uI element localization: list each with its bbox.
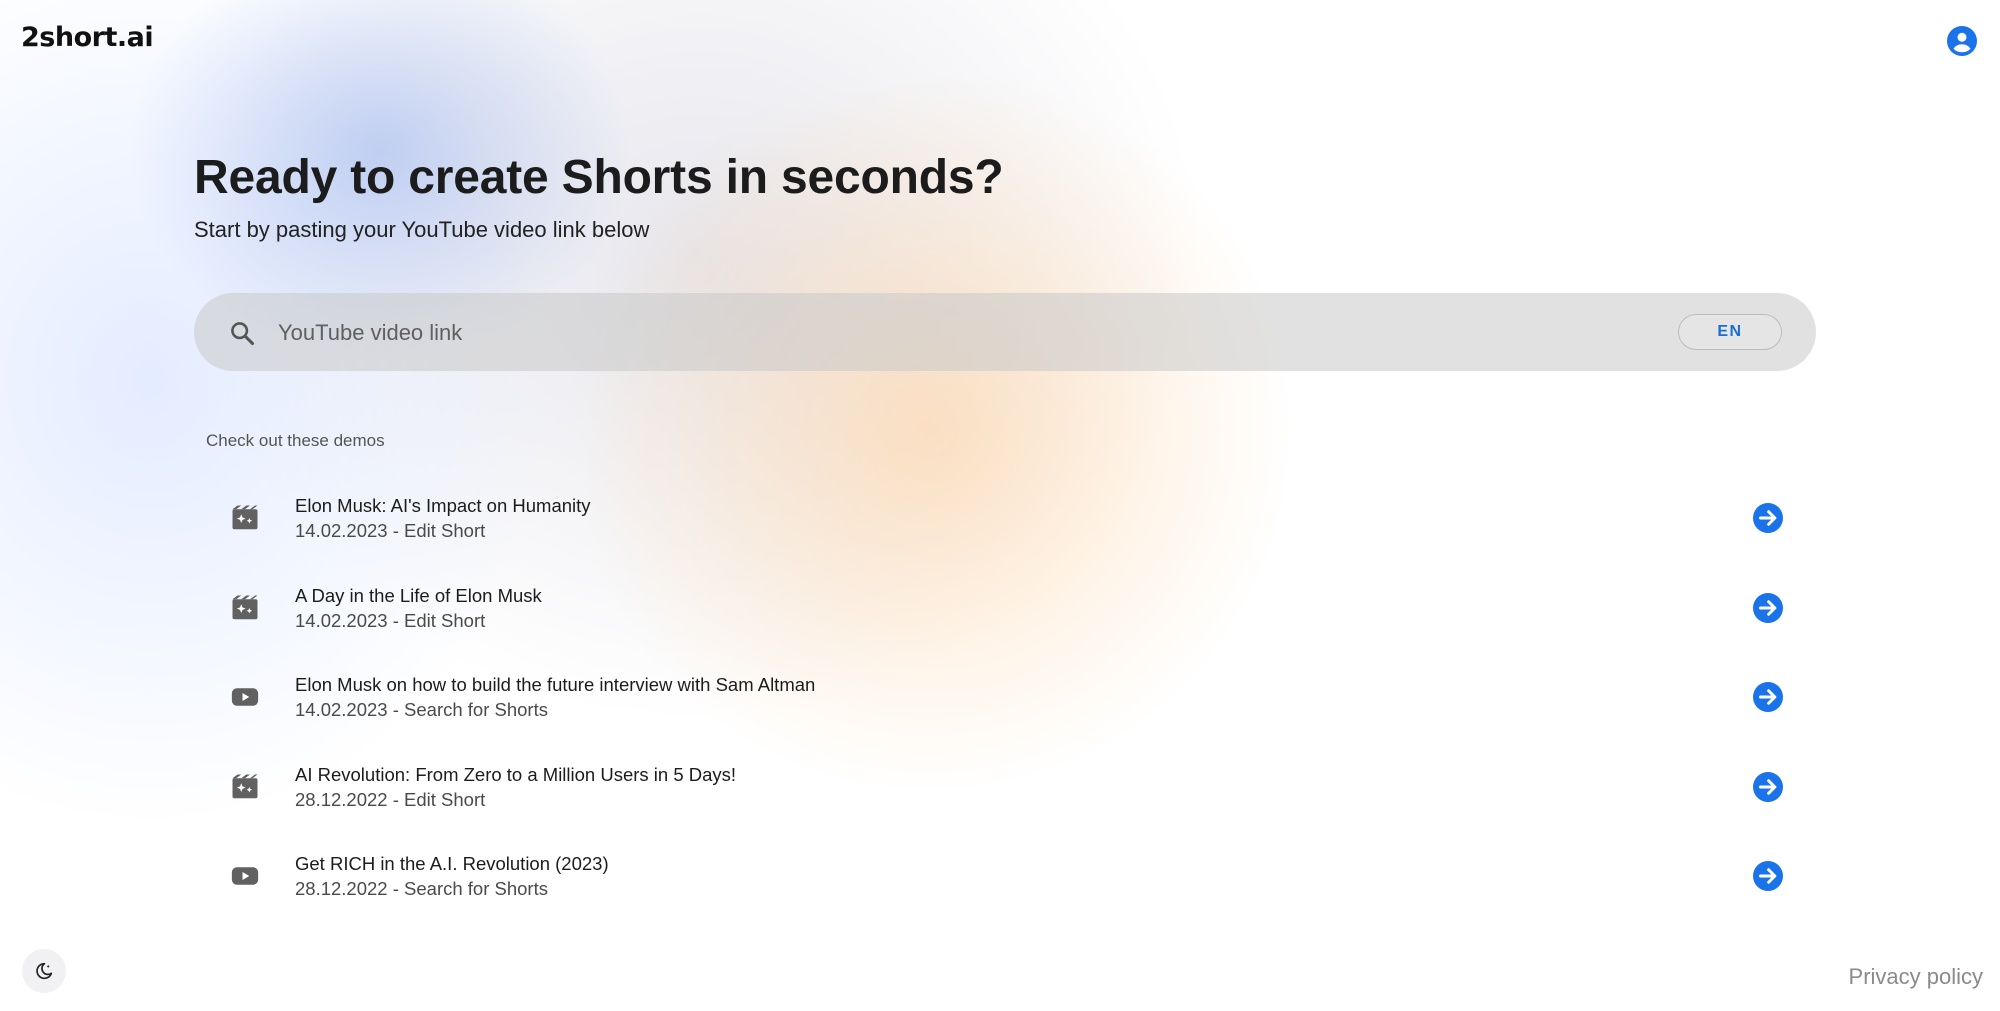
arrow-forward-icon[interactable] xyxy=(1753,503,1783,533)
demo-title: AI Revolution: From Zero to a Million Us… xyxy=(295,763,737,785)
movie-edit-icon xyxy=(232,774,258,798)
page-title: Ready to create Shorts in seconds? xyxy=(194,151,1004,204)
search-icon xyxy=(231,322,255,346)
demo-list: Elon Musk: AI's Impact on Humanity 14.02… xyxy=(194,473,1816,921)
arrow-forward-icon[interactable] xyxy=(1753,682,1783,712)
movie-edit-icon xyxy=(232,505,258,530)
arrow-forward-icon[interactable] xyxy=(1753,771,1783,802)
demo-item[interactable]: Elon Musk on how to build the future int… xyxy=(194,652,1816,742)
demo-title: Get RICH in the A.I. Revolution (2023) xyxy=(295,853,609,874)
youtube-link-input[interactable] xyxy=(276,311,1580,355)
privacy-policy-link[interactable]: Privacy policy xyxy=(1849,964,1983,990)
search-bar[interactable]: EN xyxy=(194,293,1816,371)
demo-item[interactable]: AI Revolution: From Zero to a Million Us… xyxy=(194,742,1816,832)
demo-meta: 28.12.2022 - Edit Short xyxy=(295,788,486,810)
language-button[interactable]: EN xyxy=(1678,314,1782,350)
page-subtitle: Start by pasting your YouTube video link… xyxy=(194,217,650,242)
demo-title: A Day in the Life of Elon Musk xyxy=(295,584,542,606)
movie-edit-icon xyxy=(232,595,258,619)
youtube-icon xyxy=(231,867,259,885)
demo-item[interactable]: Elon Musk: AI's Impact on Humanity 14.02… xyxy=(194,473,1816,563)
account-circle-icon[interactable] xyxy=(1947,26,1977,56)
demo-meta: 14.02.2023 - Edit Short xyxy=(295,520,486,541)
demo-meta: 14.02.2023 - Search for Shorts xyxy=(295,699,548,720)
youtube-icon xyxy=(231,688,259,706)
demo-title: Elon Musk on how to build the future int… xyxy=(295,674,816,695)
arrow-forward-icon[interactable] xyxy=(1753,592,1783,623)
demo-item[interactable]: A Day in the Life of Elon Musk 14.02.202… xyxy=(194,563,1816,653)
hero: Ready to create Shorts in seconds? Start… xyxy=(194,150,1004,243)
theme-toggle-button[interactable] xyxy=(22,949,66,993)
page: 2short.ai Ready to create Shorts in seco… xyxy=(0,0,2000,1011)
arrow-forward-icon[interactable] xyxy=(1753,861,1783,891)
demo-meta: 28.12.2022 - Search for Shorts xyxy=(295,878,548,899)
demo-meta: 14.02.2023 - Edit Short xyxy=(295,609,486,631)
demos-heading: Check out these demos xyxy=(206,431,385,450)
logo[interactable]: 2short.ai xyxy=(21,22,154,53)
demo-item[interactable]: Get RICH in the A.I. Revolution (2023) 2… xyxy=(194,831,1816,921)
dark-mode-icon xyxy=(36,962,53,980)
demo-title: Elon Musk: AI's Impact on Humanity xyxy=(295,495,591,516)
